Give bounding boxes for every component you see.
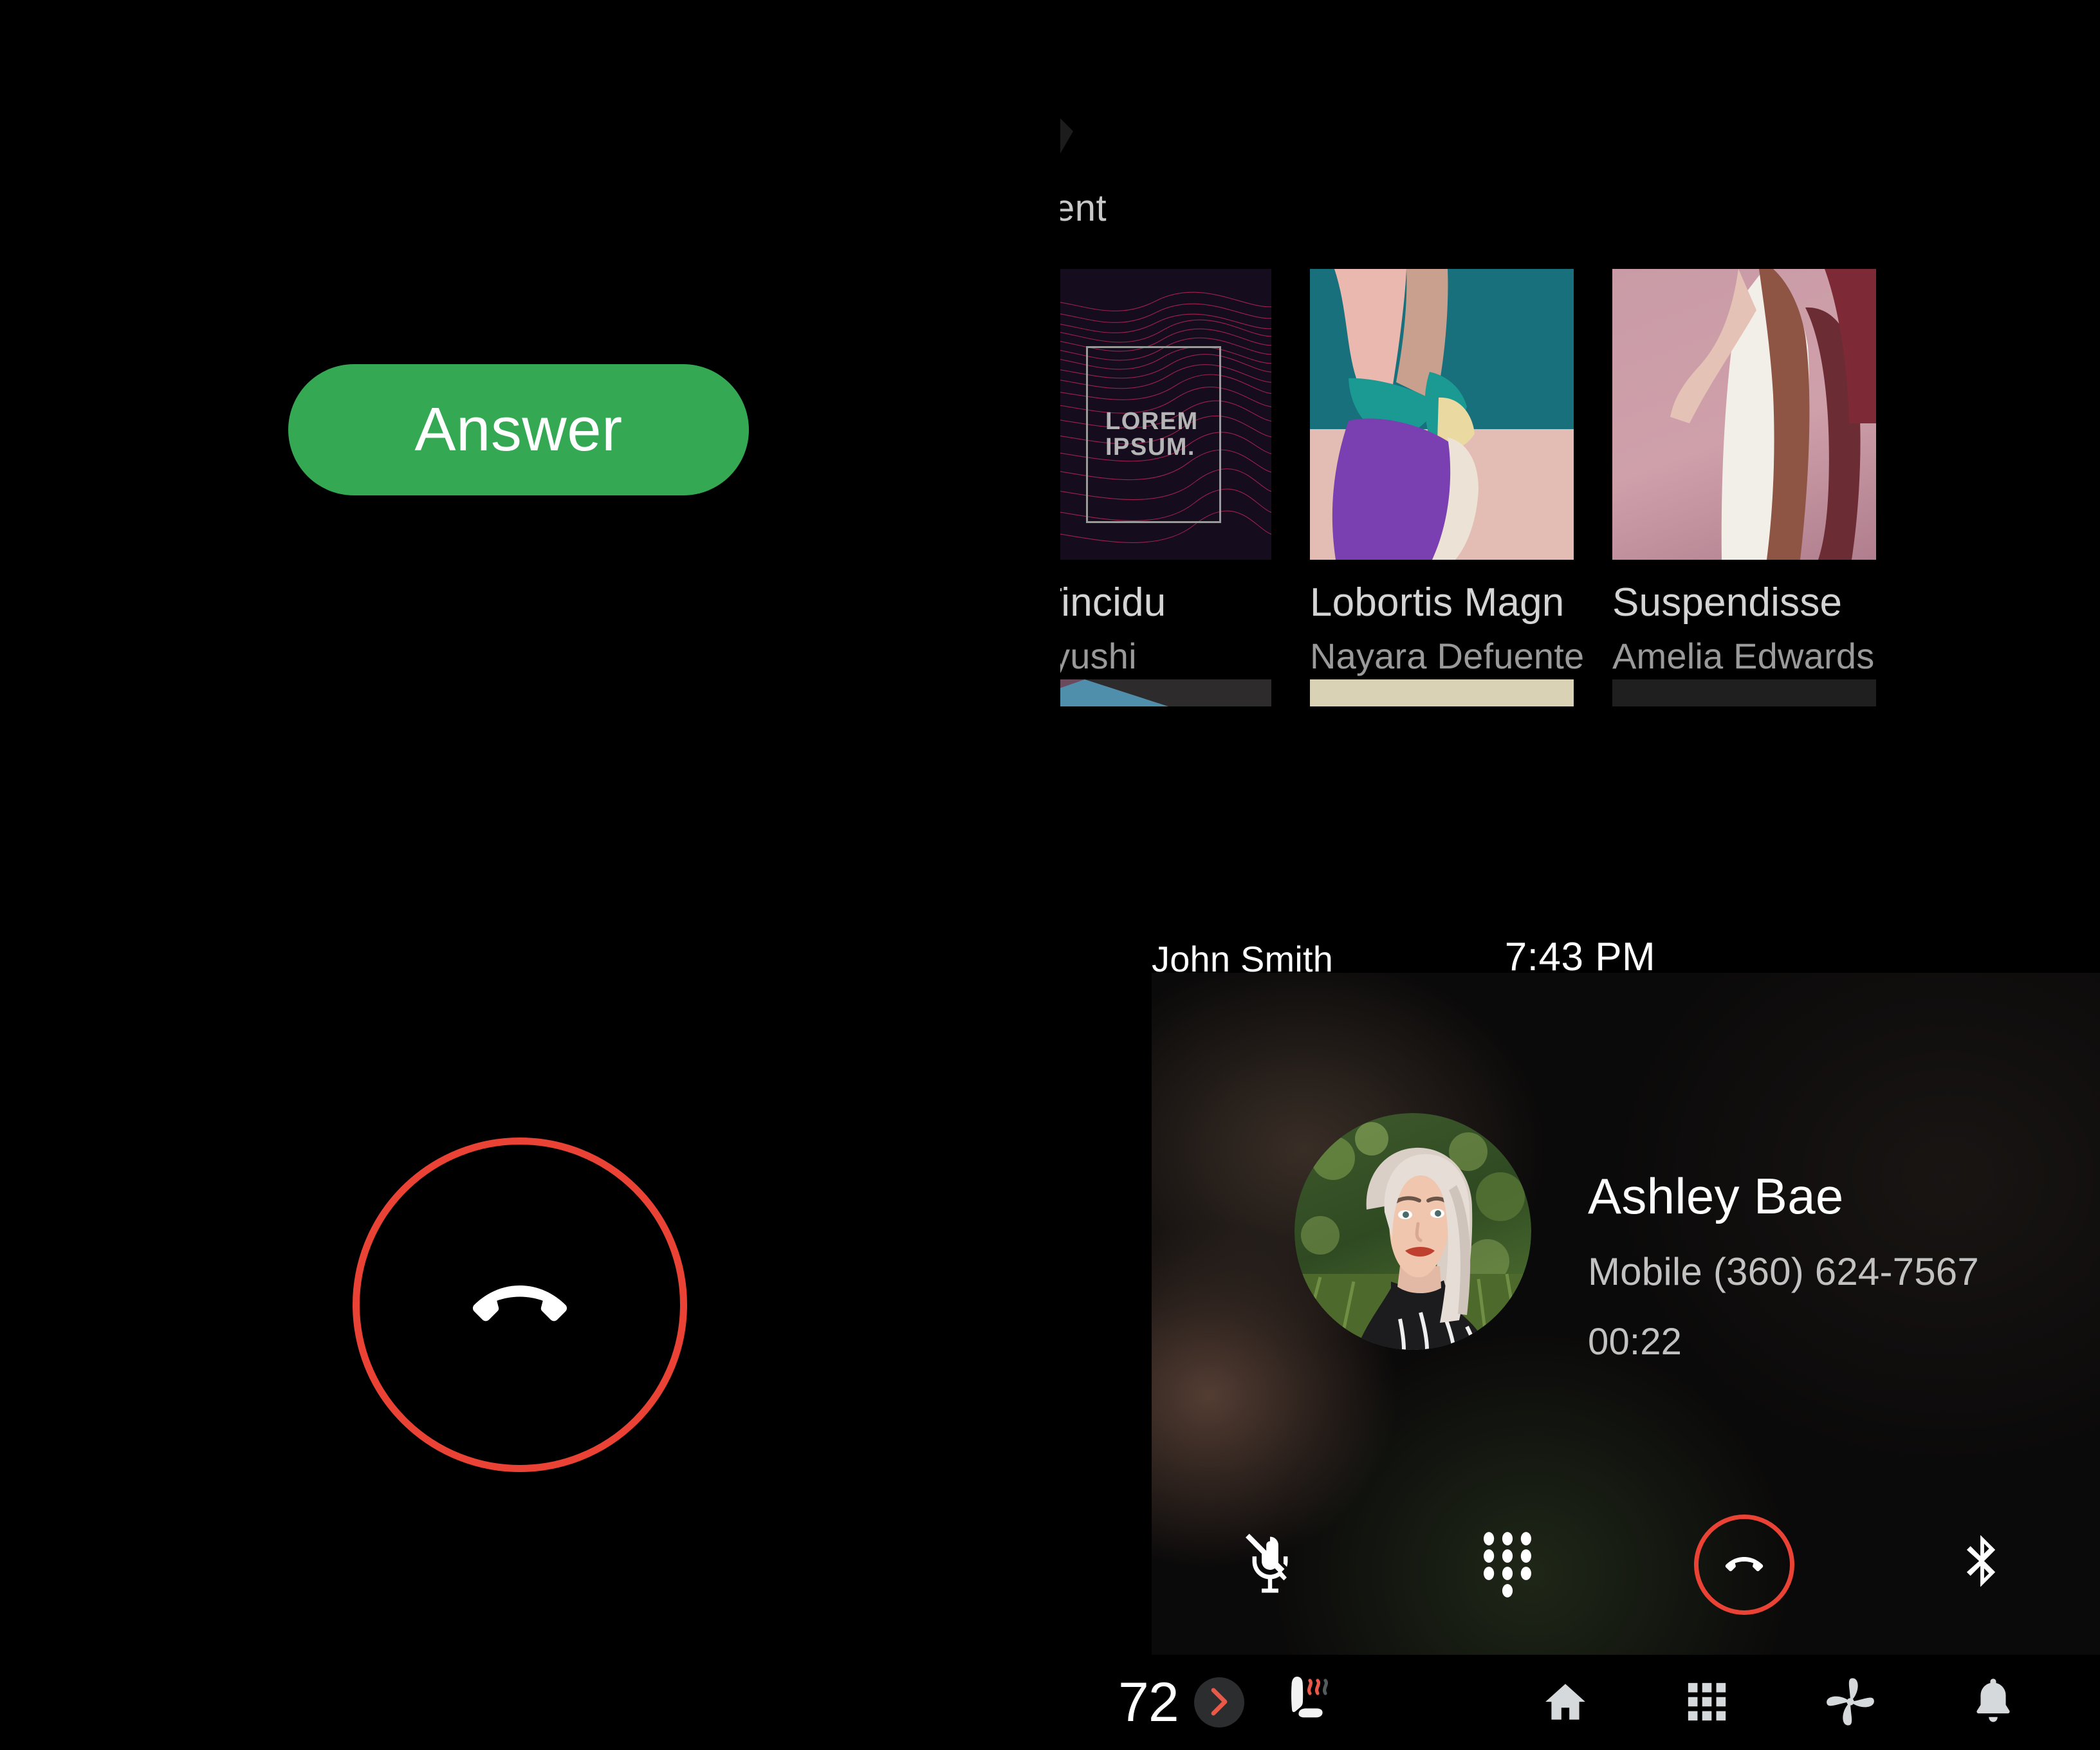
nav-buttons xyxy=(1542,1676,2015,1729)
media-browse-grid: ent LOREM IPSUM. incidu yushi Lobortis M… xyxy=(1060,0,2100,901)
media-card-title: Suspendisse xyxy=(1612,580,1843,625)
media-card-subtitle: i Ryushi xyxy=(1060,635,1137,676)
bell-icon xyxy=(1971,1676,2015,1729)
media-card-subtitle: Amelia Edwards xyxy=(1612,635,1875,676)
phone-hangup-icon xyxy=(1724,1554,1765,1576)
media-card-next-art xyxy=(1060,679,1271,706)
bluetooth-icon xyxy=(1962,1533,2002,1597)
media-card[interactable]: Lobortis Magn Nayara Defuente xyxy=(1310,269,1585,706)
car-head-unit: ent LOREM IPSUM. incidu yushi Lobortis M… xyxy=(1060,0,2100,1750)
end-call-button-small[interactable] xyxy=(1626,1515,1863,1615)
seat-heater-icon xyxy=(1280,1673,1342,1733)
media-card[interactable]: LOREMIPSUM. s Tincidu i Ryushi xyxy=(1060,269,1271,706)
chevron-right-icon xyxy=(1208,1688,1230,1718)
phone-hangup-icon xyxy=(468,1279,571,1331)
in-call-card: Ashley Bae Mobile (360) 624-7567 00:22 xyxy=(1152,973,2100,1655)
dialpad-button[interactable] xyxy=(1389,1531,1626,1598)
screen-root: Answer ent LOREM IPSUM. incidu yushi Lob… xyxy=(0,0,2100,1750)
notifications-button[interactable] xyxy=(1971,1676,2015,1729)
apps-grid-icon xyxy=(1684,1679,1729,1726)
fan-icon xyxy=(1825,1676,1876,1729)
temperature-expand-button[interactable] xyxy=(1193,1677,1244,1727)
media-card-next-art xyxy=(1612,679,1876,706)
climate-button[interactable] xyxy=(1825,1676,1876,1729)
media-card-art xyxy=(1310,269,1574,560)
media-card[interactable]: Suspendisse Amelia Edwards xyxy=(1612,269,1876,706)
call-contact-name: Ashley Bae xyxy=(1588,1168,1844,1224)
phone-call-screen: Answer xyxy=(0,0,1060,1750)
call-duration: 00:22 xyxy=(1588,1321,1682,1363)
app-launcher-button[interactable] xyxy=(1684,1679,1729,1726)
mute-microphone-button[interactable] xyxy=(1152,1533,1389,1597)
poster-wordmark: LOREM IPSUM. xyxy=(1105,408,1199,461)
media-card-art: LOREM IPSUM. xyxy=(1060,269,1271,560)
back-arrow-icon xyxy=(1060,116,1083,166)
media-card-art xyxy=(1612,269,1876,560)
answer-button-label: Answer xyxy=(414,395,623,464)
breadcrumb: ent xyxy=(1060,187,1107,229)
temperature-group: 72 xyxy=(1118,1675,1244,1730)
answer-button[interactable]: Answer xyxy=(288,364,749,495)
microphone-off-icon xyxy=(1245,1533,1295,1597)
seat-heater-button[interactable] xyxy=(1280,1673,1342,1733)
temperature-value: 72 xyxy=(1118,1672,1179,1733)
dialpad-icon xyxy=(1480,1531,1535,1598)
end-call-button[interactable] xyxy=(353,1138,687,1472)
bottom-nav-bar: 72 xyxy=(1060,1655,2100,1750)
bluetooth-button[interactable] xyxy=(1863,1533,2100,1597)
contact-avatar xyxy=(1294,1113,1531,1350)
media-card-title: Lobortis Magn xyxy=(1310,580,1565,625)
end-call-circle xyxy=(1694,1515,1795,1615)
home-icon xyxy=(1542,1678,1589,1727)
home-button[interactable] xyxy=(1542,1678,1589,1727)
media-card-title: s Tincidu xyxy=(1060,580,1166,625)
call-contact-number: Mobile (360) 624-7567 xyxy=(1588,1250,1979,1293)
media-card-next-art xyxy=(1310,679,1574,706)
media-card-subtitle: Nayara Defuente xyxy=(1310,635,1585,676)
call-controls xyxy=(1152,1500,2100,1629)
